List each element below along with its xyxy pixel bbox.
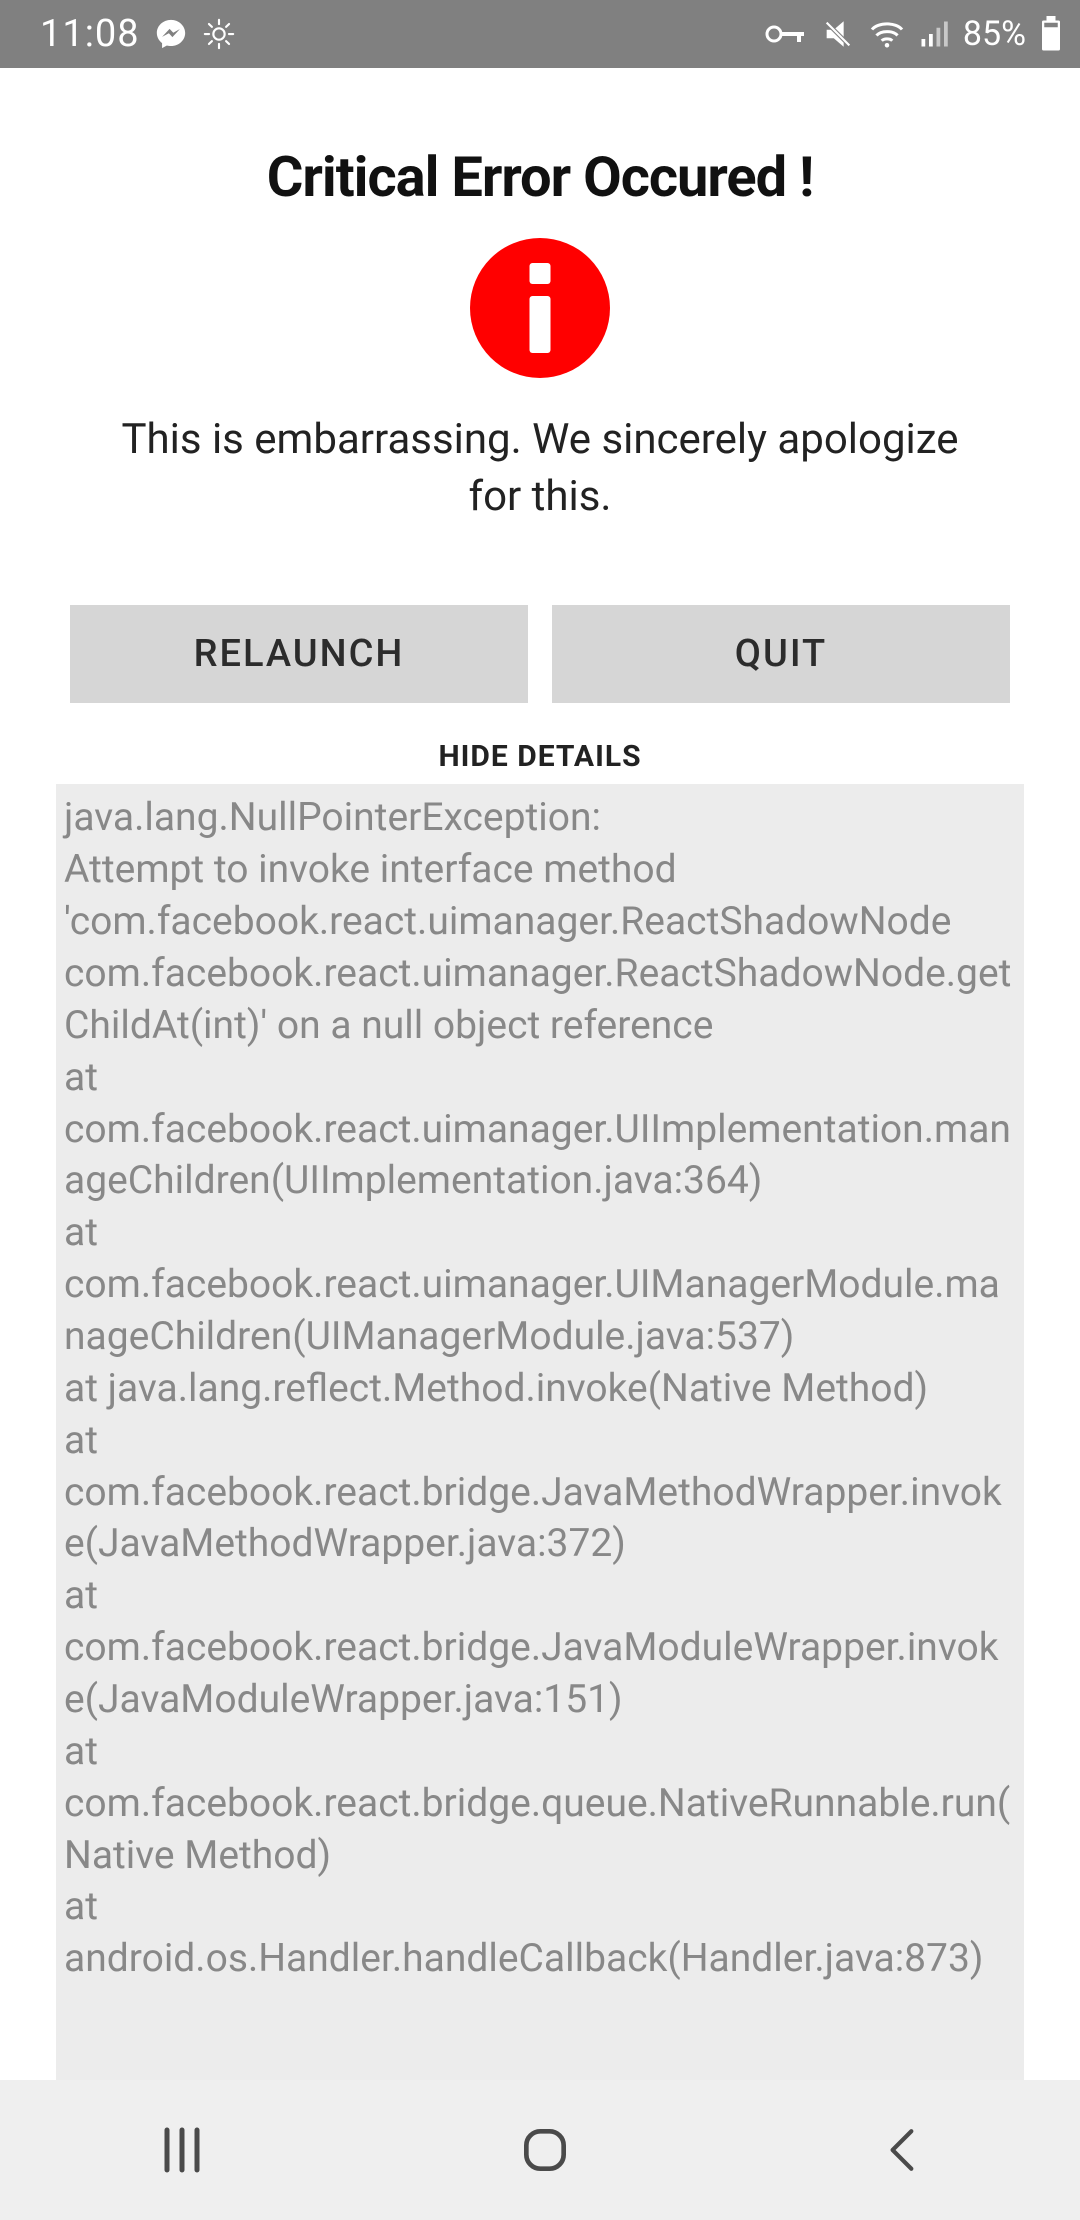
battery-icon xyxy=(1040,16,1062,52)
battery-text: 85% xyxy=(963,14,1026,54)
signal-icon xyxy=(919,19,949,49)
button-row: RELAUNCH QUIT xyxy=(0,605,1080,703)
stack-line: at android.os.Handler.handleCallback(Han… xyxy=(64,1881,1016,1985)
stack-line: at com.facebook.react.bridge.queue.Nativ… xyxy=(64,1726,1016,1882)
stack-line: at com.facebook.react.bridge.JavaMethodW… xyxy=(64,1415,1016,1571)
recents-button[interactable] xyxy=(152,2120,212,2180)
status-left: 11:08 xyxy=(40,12,236,56)
stack-line: at com.facebook.react.uimanager.UIImplem… xyxy=(64,1052,1016,1208)
mute-icon xyxy=(821,17,855,51)
status-time: 11:08 xyxy=(40,12,140,56)
back-button[interactable] xyxy=(878,2120,928,2180)
relaunch-button[interactable]: RELAUNCH xyxy=(70,605,528,703)
quit-button[interactable]: QUIT xyxy=(552,605,1010,703)
vpn-key-icon xyxy=(763,19,807,49)
stack-line: at com.facebook.react.uimanager.UIManage… xyxy=(64,1207,1016,1363)
hide-details-toggle[interactable]: HIDE DETAILS xyxy=(0,739,1080,774)
stack-line: java.lang.NullPointerException: xyxy=(64,792,1016,844)
home-button[interactable] xyxy=(517,2122,573,2178)
wifi-icon xyxy=(869,19,905,49)
messenger-icon xyxy=(154,17,188,51)
error-screen: Critical Error Occured ! This is embarra… xyxy=(0,144,1080,2104)
sun-icon xyxy=(202,17,236,51)
status-bar: 11:08 85% xyxy=(0,0,1080,68)
status-right: 85% xyxy=(763,14,1062,54)
apology-text: This is embarrassing. We sincerely apolo… xyxy=(0,412,1080,525)
stack-line: at com.facebook.react.bridge.JavaModuleW… xyxy=(64,1570,1016,1726)
stack-line: at java.lang.reflect.Method.invoke(Nativ… xyxy=(64,1363,1016,1415)
stack-trace[interactable]: java.lang.NullPointerException: Attempt … xyxy=(56,784,1024,2104)
info-error-icon xyxy=(470,238,610,378)
error-title: Critical Error Occured ! xyxy=(0,144,1080,210)
stack-line: Attempt to invoke interface method 'com.… xyxy=(64,844,1016,1051)
error-icon-wrap xyxy=(0,238,1080,378)
navigation-bar xyxy=(0,2080,1080,2220)
